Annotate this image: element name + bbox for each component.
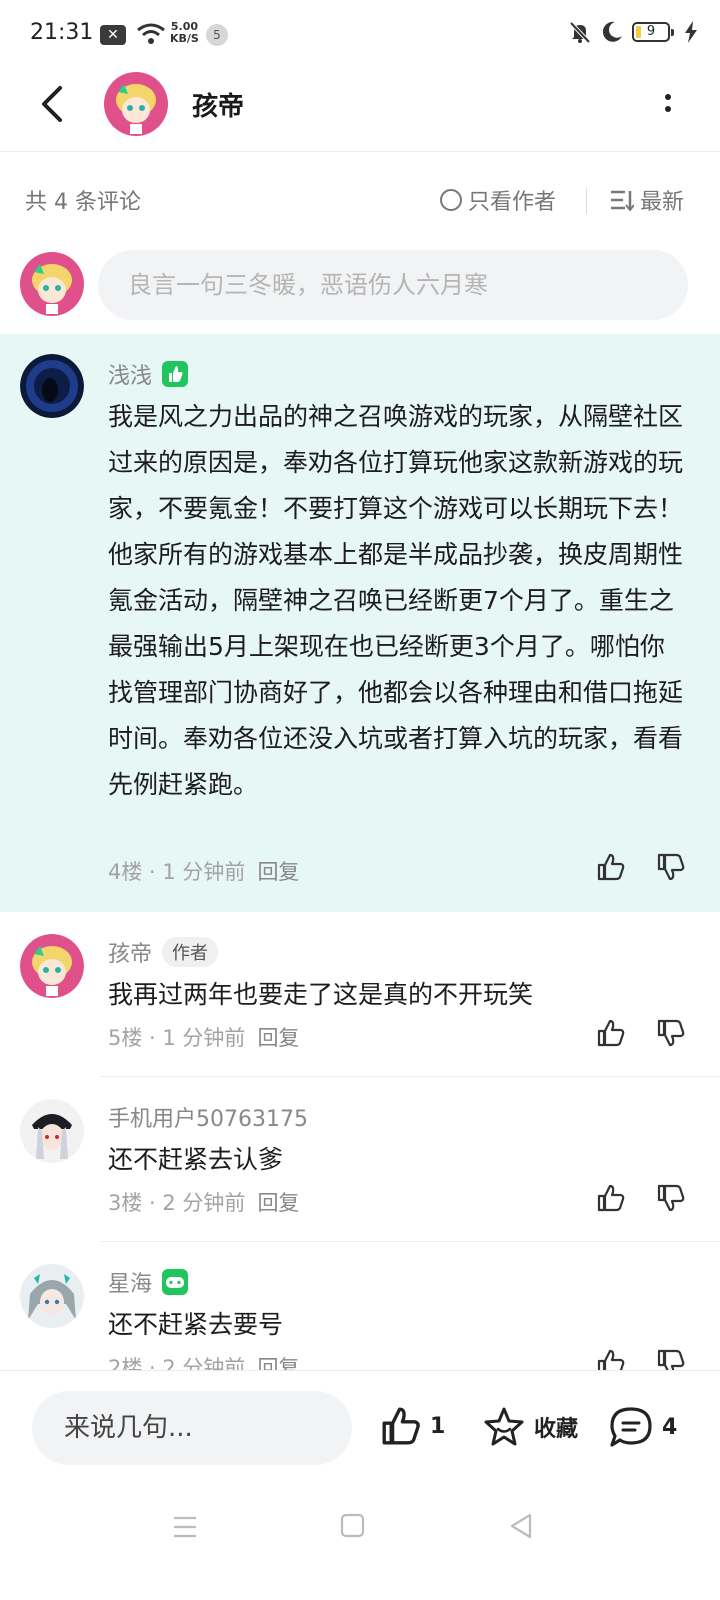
page-title: 孩帝 xyxy=(192,92,245,122)
comment-item: 星海 还不赶紧去要号 2楼 · 2 分钟前 回复 xyxy=(0,1242,720,1370)
comments-toolbar: 共 4 条评论 只看作者 最新 xyxy=(0,180,720,220)
comment-user: 手机用户50763175 xyxy=(108,1101,308,1133)
comment-item: 浅浅 我是风之力出品的神之召唤游戏的玩家，从隔壁社区过来的原因是，奉劝各位打算玩… xyxy=(0,334,720,912)
like-count: 1 xyxy=(430,1413,446,1439)
comment-text: 还不赶紧去认爹 xyxy=(108,1145,284,1174)
thumbs-up-icon[interactable] xyxy=(596,852,626,882)
thumbs-down-icon[interactable] xyxy=(656,1183,686,1213)
user-avatar[interactable] xyxy=(20,354,84,418)
more-options-icon[interactable] xyxy=(662,90,674,120)
author-tag: 作者 xyxy=(162,937,219,967)
only-author-label: 只看作者 xyxy=(468,190,557,215)
menu-icon[interactable] xyxy=(172,1514,198,1540)
thumbs-up-icon[interactable] xyxy=(596,1183,626,1213)
back-nav-icon[interactable] xyxy=(508,1512,534,1540)
wifi-icon xyxy=(137,23,165,44)
floor-time: 5楼 · 1 分钟前 xyxy=(108,1026,246,1050)
battery-icon: 9 xyxy=(632,22,674,42)
comments-button[interactable]: 4 xyxy=(608,1405,677,1449)
author-avatar[interactable] xyxy=(104,72,168,136)
comment-text: 我是风之力出品的神之召唤游戏的玩家，从隔壁社区过来的原因是，奉劝各位打算玩他家这… xyxy=(108,402,684,799)
comment-user: 孩帝 作者 xyxy=(108,936,219,968)
status-time: 21:31 xyxy=(30,20,94,45)
comment-item: 手机用户50763175 还不赶紧去认爹 3楼 · 2 分钟前 回复 xyxy=(0,1077,720,1242)
user-name[interactable]: 孩帝 xyxy=(108,936,152,968)
say-something-input[interactable]: 来说几句... xyxy=(32,1391,352,1465)
net-speed: 5.00 KB/S xyxy=(170,21,199,45)
battery-level: 9 xyxy=(646,24,656,39)
mute-bell-icon xyxy=(569,21,591,44)
sort-button[interactable]: 最新 xyxy=(610,184,684,216)
comment-input[interactable]: 良言一句三冬暖，恶语伤人六月寒 xyxy=(98,250,688,320)
back-button[interactable] xyxy=(36,84,72,124)
thumb-badge-icon xyxy=(162,361,189,387)
floor-time: 2楼 · 2 分钟前 xyxy=(108,1356,246,1370)
thumbs-down-icon[interactable] xyxy=(656,1018,686,1048)
comment-actions xyxy=(596,852,686,882)
reply-button[interactable]: 回复 xyxy=(257,856,299,886)
comment-user: 星海 xyxy=(108,1266,189,1298)
user-name[interactable]: 星海 xyxy=(108,1266,152,1298)
sort-label: 最新 xyxy=(640,190,685,215)
like-button[interactable]: 1 xyxy=(380,1405,445,1447)
floor-time: 3楼 · 2 分钟前 xyxy=(108,1191,246,1215)
comment-meta: 3楼 · 2 分钟前 回复 xyxy=(108,1187,299,1217)
comment-meta: 2楼 · 2 分钟前 回复 xyxy=(108,1352,299,1370)
comment-text: 我再过两年也要走了这是真的不开玩笑 xyxy=(108,980,534,1009)
comment-meta: 5楼 · 1 分钟前 回复 xyxy=(108,1022,299,1052)
comment-total: 4 xyxy=(662,1414,678,1440)
comment-item: 孩帝 作者 我再过两年也要走了这是真的不开玩笑 5楼 · 1 分钟前 回复 xyxy=(0,912,720,1077)
user-name[interactable]: 浅浅 xyxy=(108,358,152,390)
toolbar-divider xyxy=(586,188,587,214)
comment-actions xyxy=(596,1348,686,1370)
star-icon xyxy=(484,1407,524,1446)
reply-button[interactable]: 回复 xyxy=(257,1187,299,1217)
gamepad-badge-icon xyxy=(162,1269,189,1295)
home-icon[interactable] xyxy=(340,1512,366,1540)
comment-text: 还不赶紧去要号 xyxy=(108,1310,284,1339)
comment-input-row: 良言一句三冬暖，恶语伤人六月寒 xyxy=(0,250,720,320)
comment-actions xyxy=(596,1183,686,1213)
notification-icon: ✕ xyxy=(100,25,126,45)
user-avatar[interactable] xyxy=(20,1099,84,1163)
sort-icon xyxy=(611,190,634,211)
favorite-button[interactable]: 收藏 xyxy=(482,1405,578,1449)
thumbs-down-icon[interactable] xyxy=(656,852,686,882)
status-bar: 21:31 ✕ 5.00 KB/S 5 9 xyxy=(0,0,720,70)
chat-bubble-icon xyxy=(610,1407,652,1447)
reply-button[interactable]: 回复 xyxy=(257,1022,299,1052)
net-speed-unit: KB/S xyxy=(170,32,199,45)
comment-user: 浅浅 xyxy=(108,358,189,390)
radio-circle-icon xyxy=(440,189,462,211)
floor-time: 4楼 · 1 分钟前 xyxy=(108,860,246,884)
comment-count-label: 共 4 条评论 xyxy=(25,190,141,215)
moon-icon xyxy=(602,21,622,42)
my-avatar xyxy=(20,252,84,316)
user-avatar[interactable] xyxy=(20,934,84,998)
comment-actions xyxy=(596,1018,686,1048)
thumbs-up-icon[interactable] xyxy=(596,1348,626,1370)
thumbs-up-icon[interactable] xyxy=(596,1018,626,1048)
user-name[interactable]: 手机用户50763175 xyxy=(108,1101,308,1133)
comment-meta: 4楼 · 1 分钟前 回复 xyxy=(108,856,299,886)
system-nav-bar xyxy=(0,1486,720,1600)
notification-count-badge: 5 xyxy=(206,24,228,46)
status-right: 9 xyxy=(568,20,698,44)
charging-icon xyxy=(685,21,697,43)
reply-button[interactable]: 回复 xyxy=(257,1352,299,1370)
bottom-action-bar: 来说几句... 1 收藏 4 xyxy=(0,1370,720,1486)
only-author-toggle[interactable]: 只看作者 xyxy=(440,184,556,216)
favorite-label: 收藏 xyxy=(534,1417,579,1442)
top-header: 孩帝 xyxy=(0,70,720,152)
thumbs-up-icon xyxy=(382,1407,420,1445)
thumbs-down-icon[interactable] xyxy=(656,1348,686,1370)
user-avatar[interactable] xyxy=(20,1264,84,1328)
